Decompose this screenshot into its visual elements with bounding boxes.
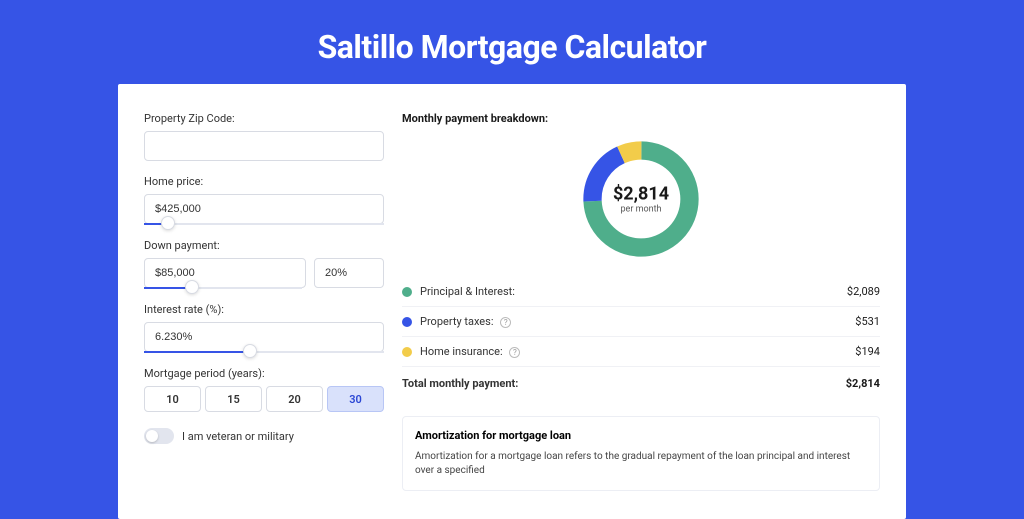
veteran-row: I am veteran or military	[144, 428, 384, 444]
rate-label: Interest rate (%):	[144, 303, 384, 316]
zip-group: Property Zip Code:	[144, 112, 384, 161]
zip-input[interactable]	[144, 131, 384, 161]
period-btn-30[interactable]: 30	[327, 386, 384, 412]
total-value: $2,814	[846, 377, 880, 390]
period-options: 10 15 20 30	[144, 386, 384, 412]
legend-row-insurance: Home insurance: ? $194	[402, 337, 880, 367]
rate-slider-fill	[144, 351, 250, 353]
period-btn-10[interactable]: 10	[144, 386, 201, 412]
period-group: Mortgage period (years): 10 15 20 30	[144, 367, 384, 412]
legend-label-principal: Principal & Interest:	[420, 285, 847, 298]
down-slider-thumb[interactable]	[185, 280, 199, 294]
legend-val-principal: $2,089	[847, 285, 880, 298]
amortization-title: Amortization for mortgage loan	[415, 429, 867, 442]
veteran-toggle-knob	[146, 430, 158, 442]
period-btn-15[interactable]: 15	[205, 386, 262, 412]
legend-label-insurance: Home insurance: ?	[420, 345, 855, 358]
legend-label-taxes: Property taxes: ?	[420, 315, 855, 328]
dot-taxes	[402, 317, 412, 327]
input-pane: Property Zip Code: Home price: Down paym…	[144, 112, 384, 491]
legend-row-principal: Principal & Interest: $2,089	[402, 277, 880, 307]
price-group: Home price:	[144, 175, 384, 225]
calculator-card: Property Zip Code: Home price: Down paym…	[118, 84, 906, 519]
legend-val-insurance: $194	[855, 345, 880, 358]
rate-input[interactable]	[144, 322, 384, 352]
period-label: Mortgage period (years):	[144, 367, 384, 380]
down-amount-input[interactable]	[144, 258, 306, 288]
breakdown-title: Monthly payment breakdown:	[402, 112, 880, 125]
rate-group: Interest rate (%):	[144, 303, 384, 353]
page-title: Saltillo Mortgage Calculator	[0, 0, 1024, 84]
legend-val-taxes: $531	[855, 315, 880, 328]
total-row: Total monthly payment: $2,814	[402, 367, 880, 398]
veteran-toggle[interactable]	[144, 428, 174, 444]
donut-center: $2,814 per month	[613, 184, 669, 215]
amortization-text: Amortization for a mortgage loan refers …	[415, 450, 867, 478]
zip-label: Property Zip Code:	[144, 112, 384, 125]
legend-row-taxes: Property taxes: ? $531	[402, 307, 880, 337]
dot-principal	[402, 287, 412, 297]
price-input[interactable]	[144, 194, 384, 224]
results-pane: Monthly payment breakdown: $2,814 per mo…	[402, 112, 880, 491]
down-slider[interactable]	[144, 287, 302, 289]
donut-amount: $2,814	[613, 184, 669, 205]
price-slider-thumb[interactable]	[161, 216, 175, 230]
amortization-box: Amortization for mortgage loan Amortizat…	[402, 416, 880, 491]
total-label: Total monthly payment:	[402, 377, 846, 390]
rate-slider[interactable]	[144, 351, 384, 353]
price-slider[interactable]	[144, 223, 384, 225]
donut-chart: $2,814 per month	[402, 135, 880, 263]
donut-sub: per month	[613, 205, 669, 215]
info-icon[interactable]: ?	[500, 317, 511, 328]
veteran-label: I am veteran or military	[182, 430, 294, 443]
legend-label-taxes-text: Property taxes:	[420, 315, 493, 328]
price-label: Home price:	[144, 175, 384, 188]
period-btn-20[interactable]: 20	[266, 386, 323, 412]
dot-insurance	[402, 347, 412, 357]
down-group: Down payment:	[144, 239, 384, 289]
info-icon[interactable]: ?	[509, 347, 520, 358]
down-label: Down payment:	[144, 239, 384, 252]
legend-label-insurance-text: Home insurance:	[420, 345, 503, 358]
down-pct-input[interactable]	[314, 258, 384, 288]
rate-slider-thumb[interactable]	[243, 344, 257, 358]
